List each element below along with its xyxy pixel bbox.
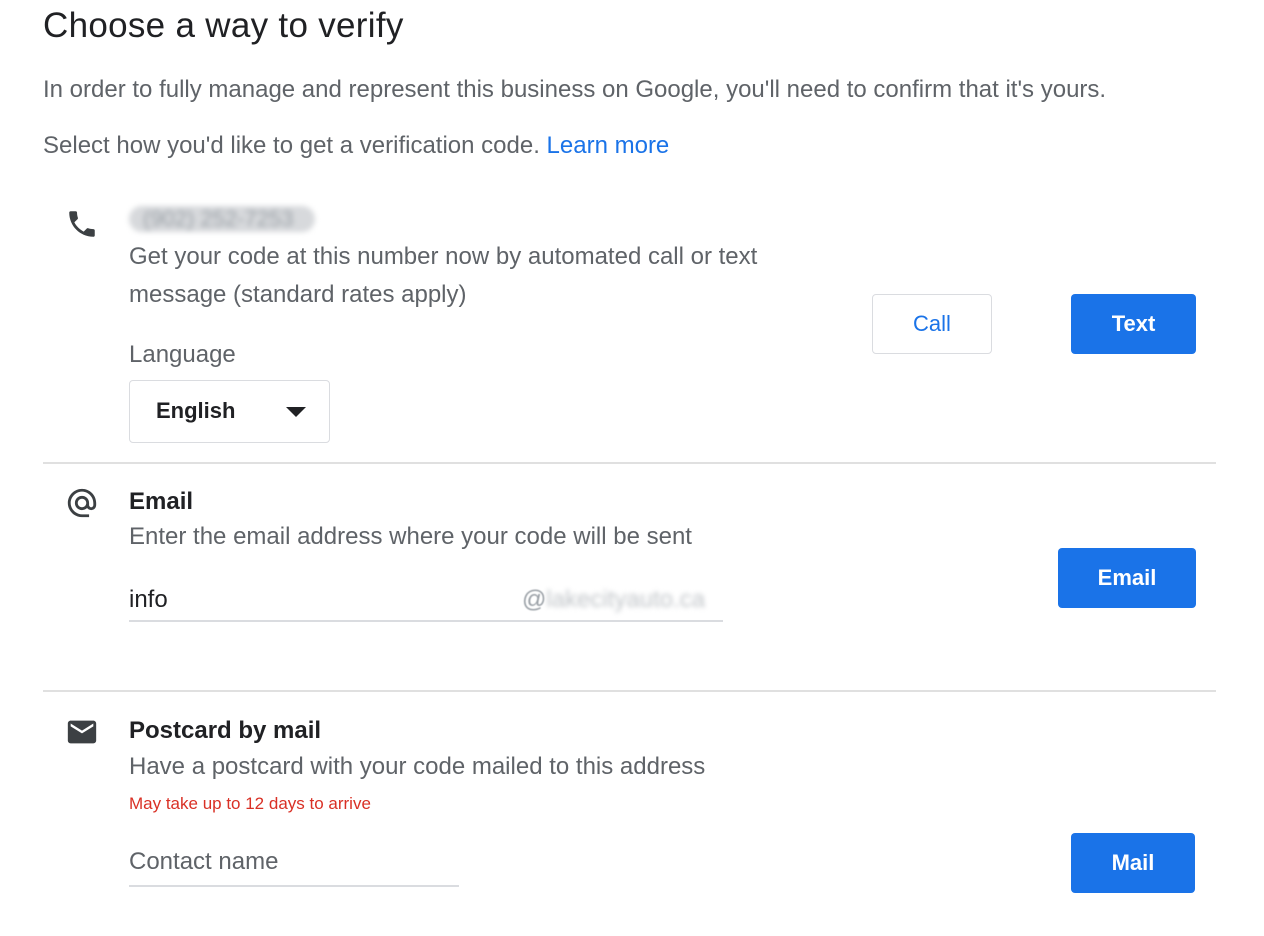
phone-description: Get your code at this number now by auto… <box>129 243 758 308</box>
email-field-underline <box>129 620 723 622</box>
phone-number: (902) 252-7253 <box>129 206 315 232</box>
postcard-label: Postcard by mail <box>129 717 322 744</box>
section-divider <box>43 690 1216 692</box>
chevron-down-icon <box>286 407 306 417</box>
language-select[interactable]: English <box>129 380 330 443</box>
email-label: Email <box>129 488 194 515</box>
postcard-description: Have a postcard with your code mailed to… <box>129 753 706 780</box>
email-local-part-input[interactable]: info <box>129 586 168 614</box>
email-domain-prefix: @ <box>522 586 547 613</box>
language-select-value: English <box>156 398 236 423</box>
email-description: Enter the email address where your code … <box>129 523 692 550</box>
mail-button[interactable]: Mail <box>1071 833 1195 893</box>
text-button[interactable]: Text <box>1071 294 1196 354</box>
email-domain-name: lakecityauto.ca <box>546 586 706 613</box>
contact-name-input[interactable]: Contact name <box>129 848 278 876</box>
section-divider <box>43 462 1216 464</box>
call-button[interactable]: Call <box>872 294 992 354</box>
at-sign-icon <box>62 483 102 523</box>
select-prompt-line: Select how you'd like to get a verificat… <box>43 132 669 160</box>
envelope-icon <box>62 712 102 752</box>
page-title: Choose a way to verify <box>43 6 404 45</box>
email-domain: @lakecityauto.ca <box>522 586 705 614</box>
learn-more-link[interactable]: Learn more <box>547 132 670 159</box>
phone-icon <box>62 204 102 244</box>
select-prompt-text: Select how you'd like to get a verificat… <box>43 132 540 159</box>
postcard-warning: May take up to 12 days to arrive <box>129 794 371 813</box>
intro-text: In order to fully manage and represent t… <box>43 76 1107 103</box>
language-label: Language <box>129 341 236 368</box>
email-button[interactable]: Email <box>1058 548 1196 608</box>
contact-name-underline <box>129 885 459 887</box>
